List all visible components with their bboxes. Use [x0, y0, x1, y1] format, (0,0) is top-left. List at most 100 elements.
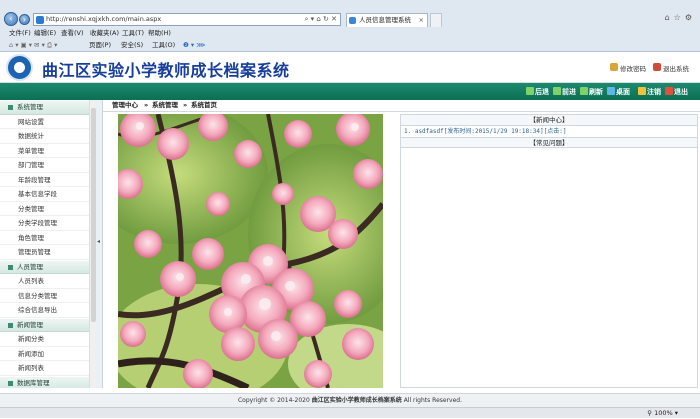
sidebar-item-news-list[interactable]: 新闻列表: [0, 361, 95, 376]
sidebar-item-roles[interactable]: 角色管理: [0, 231, 95, 245]
cancel-icon: [638, 87, 646, 95]
change-password-link[interactable]: 修改密码: [610, 63, 646, 73]
menu-help[interactable]: 帮助(H): [148, 28, 171, 38]
address-tools-icon[interactable]: ⌕ ▾ ⌂ ↻ ✕: [304, 14, 337, 25]
tab-title: 人员信息管理系统: [359, 16, 411, 24]
window-tools-icon[interactable]: ⌂☆⚙: [665, 13, 696, 22]
group-label: 系统管理: [17, 103, 43, 111]
sidebar-item-basic-info-stage[interactable]: 基本信息学段: [0, 187, 95, 202]
news-item[interactable]: 1. asdfasdf[发布时间:2015/1/29 19:18:34][点击:…: [401, 126, 697, 137]
menu-tools[interactable]: 工具(T): [122, 28, 144, 38]
cmd-safety[interactable]: 安全(S): [121, 39, 143, 51]
forward-button[interactable]: 前进: [553, 87, 576, 97]
sidebar-item-age-groups[interactable]: 年龄段管理: [0, 173, 95, 187]
footer: Copyright © 2014-2020 曲江区实验小学教师成长档案系统 Al…: [0, 393, 700, 407]
desktop-label: 桌面: [616, 88, 630, 96]
app-header: 曲江区实验小学教师成长档案系统 修改密码 退出系统: [0, 52, 700, 83]
menu-view[interactable]: 查看(V): [61, 28, 84, 38]
sidebar-item-site-settings[interactable]: 网站设置: [0, 115, 95, 129]
logout-link[interactable]: 退出系统: [653, 63, 689, 73]
breadcrumb-section[interactable]: 系统管理: [152, 100, 178, 111]
tab-icon: [349, 17, 356, 24]
sidebar-item-info-categories[interactable]: 信息分类管理: [0, 289, 95, 303]
browser-chrome: ‹ › http://renshi.xqjxkh.com/main.aspx ⌕…: [0, 0, 700, 52]
back-arrow-icon: [526, 87, 534, 95]
group-icon: [8, 105, 13, 110]
sidebar-group-news[interactable]: 新闻管理: [0, 317, 95, 332]
faq-title: 【常见问题】: [401, 137, 697, 148]
sidebar-splitter[interactable]: ◂: [96, 100, 103, 388]
cancel-button[interactable]: 注销: [638, 87, 661, 97]
zoom-value: 100%: [654, 409, 673, 417]
sidebar: 系统管理 网站设置 数据统计 菜单管理 部门管理 年龄段管理 基本信息学段 分类…: [0, 100, 96, 388]
sidebar-scrollbar[interactable]: [89, 100, 96, 388]
sidebar-group-personnel[interactable]: 人员管理: [0, 259, 95, 274]
exit-icon: [665, 87, 673, 95]
browser-status-bar: ⚲ 100% ▾: [0, 407, 700, 418]
sidebar-item-menus[interactable]: 菜单管理: [0, 144, 95, 158]
group-icon: [8, 264, 13, 270]
cmd-tools[interactable]: 工具(O): [152, 39, 175, 51]
breadcrumb-page: 系统首页: [191, 101, 217, 109]
site-icon: [36, 16, 44, 24]
logout-label: 退出系统: [663, 65, 689, 73]
back-icon[interactable]: ‹: [4, 12, 18, 26]
sidebar-item-news-add[interactable]: 新闻添加: [0, 347, 95, 361]
sidebar-item-export[interactable]: 综合信息导出: [0, 303, 95, 318]
exit-button[interactable]: 退出: [665, 87, 688, 97]
group-icon: [8, 380, 13, 386]
page-title: 曲江区实验小学教师成长档案系统: [42, 61, 290, 80]
breadcrumb-home[interactable]: 管理中心: [112, 100, 138, 111]
sidebar-group-database[interactable]: 数据库管理: [0, 375, 95, 388]
sidebar-group-system[interactable]: 系统管理: [0, 100, 95, 115]
change-password-label: 修改密码: [620, 65, 646, 73]
group-label: 数据库管理: [17, 378, 50, 387]
sidebar-item-news-categories[interactable]: 新闻分类: [0, 332, 95, 347]
logout-icon: [653, 63, 661, 71]
desktop-button[interactable]: 桌面: [607, 87, 630, 97]
sidebar-item-categories[interactable]: 分类管理: [0, 202, 95, 216]
menu-bar: 文件(F) 编辑(E) 查看(V) 收藏夹(A) 工具(T) 帮助(H): [0, 28, 700, 38]
refresh-button[interactable]: 刷新: [580, 87, 603, 97]
home-icon[interactable]: ⌂ ▾ ▣ ▾ ✉ ▾ ⎙ ▾: [9, 39, 57, 51]
breadcrumb-separator-2: »: [183, 101, 188, 109]
collapse-arrow-icon[interactable]: ◂: [97, 238, 100, 245]
school-logo: [6, 54, 33, 81]
address-text: http://renshi.xqjxkh.com/main.aspx: [46, 15, 162, 23]
footer-org: 曲江区实验小学教师成长档案系统: [311, 397, 402, 404]
key-icon: [610, 63, 618, 71]
news-center-title: 【新闻中心】: [401, 115, 697, 126]
footer-rights: All rights Reserved.: [403, 397, 462, 404]
new-tab-button[interactable]: [430, 13, 442, 27]
cancel-label: 注销: [647, 88, 661, 96]
command-bar: ⌂ ▾ ▣ ▾ ✉ ▾ ⎙ ▾ 页面(P) 安全(S) 工具(O) ❷ ▾ ⋙: [0, 39, 700, 51]
browser-tab[interactable]: 人员信息管理系统 ×: [346, 13, 428, 27]
exit-label: 退出: [674, 88, 688, 96]
breadcrumb: 管理中心 » 系统管理 » 系统首页: [103, 100, 700, 112]
breadcrumb-separator: »: [144, 101, 149, 109]
address-bar[interactable]: http://renshi.xqjxkh.com/main.aspx ⌕ ▾ ⌂…: [33, 13, 341, 26]
tab-close-icon[interactable]: ×: [419, 14, 424, 27]
forward-arrow-icon: [553, 87, 561, 95]
group-icon: [8, 322, 13, 328]
green-toolbar: 后退 前进 刷新 桌面 注销 退出: [0, 83, 700, 100]
refresh-label: 刷新: [589, 88, 603, 96]
group-label: 新闻管理: [17, 320, 43, 329]
menu-favorites[interactable]: 收藏夹(A): [90, 28, 119, 38]
sidebar-item-departments[interactable]: 部门管理: [0, 158, 95, 173]
sidebar-item-statistics[interactable]: 数据统计: [0, 129, 95, 144]
sidebar-item-personnel-list[interactable]: 人员列表: [0, 274, 95, 289]
cherry-blossom-photo: [118, 114, 383, 388]
back-label: 后退: [535, 88, 549, 96]
cmd-page[interactable]: 页面(P): [89, 39, 111, 51]
refresh-icon: [580, 87, 588, 95]
sidebar-item-category-stages[interactable]: 分类学段管理: [0, 216, 95, 231]
menu-file[interactable]: 文件(F): [9, 28, 31, 38]
sidebar-item-admins[interactable]: 管理员管理: [0, 245, 95, 260]
forward-icon[interactable]: ›: [19, 14, 30, 25]
back-button[interactable]: 后退: [526, 87, 549, 97]
footer-copyright: Copyright © 2014-2020: [237, 397, 310, 404]
help-icon[interactable]: ❷ ▾ ⋙: [183, 39, 205, 51]
menu-edit[interactable]: 编辑(E): [34, 28, 56, 38]
zoom-level[interactable]: ⚲ 100% ▾: [647, 408, 678, 419]
